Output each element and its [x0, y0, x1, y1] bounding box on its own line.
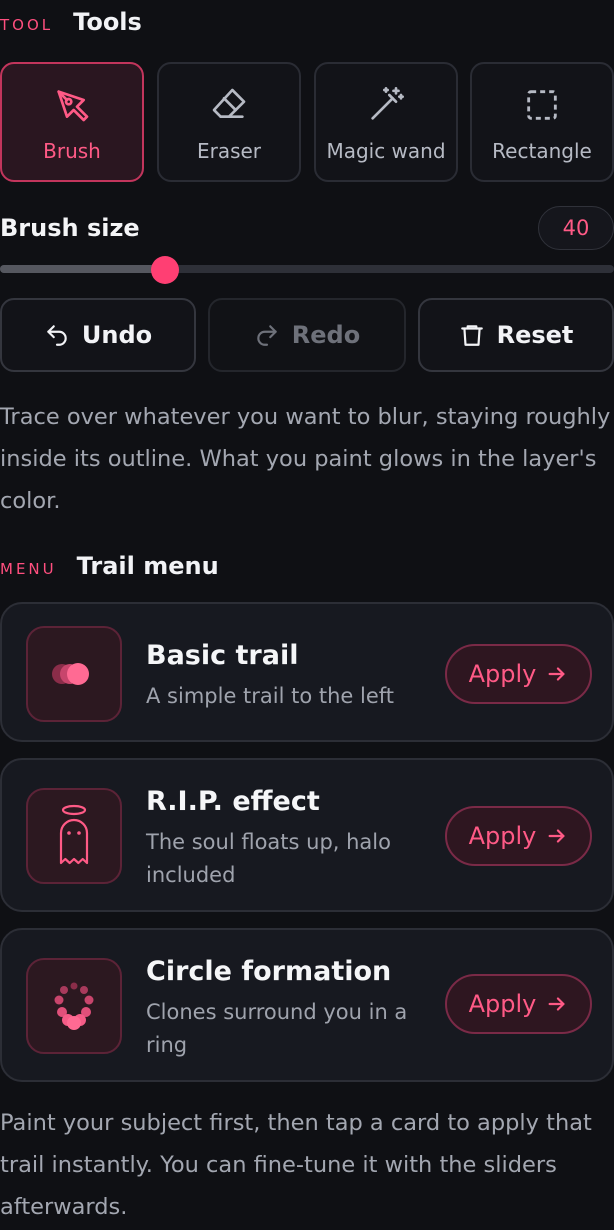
tool-selector: Brush Eraser Magic wand Rectangle: [0, 62, 614, 182]
trail-dots-icon: [26, 626, 122, 722]
apply-button[interactable]: Apply: [445, 974, 592, 1034]
menu-title: Trail menu: [76, 552, 219, 580]
tool-hint-text: Trace over whatever you want to blur, st…: [0, 404, 611, 514]
trail-card-rip[interactable]: R.I.P. effect The soul floats up, halo i…: [0, 758, 614, 912]
magic-wand-icon: [371, 87, 404, 120]
tool-brush-button[interactable]: Brush: [0, 62, 144, 182]
rectangle-select-icon: [527, 90, 557, 120]
trail-description: Clones surround you in a ring: [146, 1000, 408, 1057]
tool-eraser-label: Eraser: [196, 139, 262, 163]
reset-label: Reset: [496, 321, 574, 349]
brush-size-slider[interactable]: [0, 265, 614, 273]
reset-button[interactable]: Reset: [418, 298, 614, 372]
arrow-right-icon: [548, 997, 565, 1011]
tool-magic-wand-label: Magic wand: [326, 139, 446, 163]
tools-tag: TOOL: [0, 16, 54, 34]
redo-label: Redo: [291, 321, 361, 349]
menu-tag: MENU: [0, 560, 57, 578]
eraser-icon: [212, 88, 246, 118]
trail-card-basic[interactable]: Basic trail A simple trail to the left A…: [0, 602, 614, 742]
trash-icon: [460, 325, 483, 346]
slider-fill: [0, 265, 165, 273]
pen-nib-icon: [57, 90, 89, 122]
menu-header: MENU Trail menu: [0, 552, 219, 580]
apply-label: Apply: [468, 660, 537, 688]
tool-panel: TOOL Tools Brush Eraser Magic wand Recta…: [0, 0, 614, 1230]
trail-hint-text: Paint your subject first, then tap a car…: [0, 1110, 592, 1220]
trail-description: A simple trail to the left: [146, 684, 395, 708]
brush-size-value[interactable]: 40: [538, 206, 614, 250]
circle-formation-icon: [26, 958, 122, 1054]
apply-button[interactable]: Apply: [445, 806, 592, 866]
tool-eraser-button[interactable]: Eraser: [157, 62, 301, 182]
undo-icon: [47, 325, 67, 346]
trail-title: Basic trail: [146, 640, 299, 671]
trail-card-circle[interactable]: Circle formation Clones surround you in …: [0, 928, 614, 1082]
ghost-halo-icon: [26, 788, 122, 884]
tool-rectangle-label: Rectangle: [492, 139, 592, 163]
redo-icon: [257, 325, 277, 346]
tools-title: Tools: [73, 8, 142, 36]
arrow-right-icon: [548, 829, 565, 843]
trail-description: The soul floats up, halo included: [146, 830, 391, 887]
arrow-right-icon: [548, 667, 565, 681]
tool-brush-label: Brush: [43, 139, 101, 163]
apply-label: Apply: [468, 990, 537, 1018]
apply-button[interactable]: Apply: [445, 644, 592, 704]
redo-button[interactable]: Redo: [208, 298, 406, 372]
brush-size-label: Brush size: [0, 214, 140, 242]
slider-thumb[interactable]: [151, 256, 179, 284]
undo-label: Undo: [81, 321, 153, 349]
trail-title: Circle formation: [146, 956, 392, 987]
tool-magic-wand-button[interactable]: Magic wand: [314, 62, 458, 182]
apply-label: Apply: [468, 822, 537, 850]
undo-button[interactable]: Undo: [0, 298, 196, 372]
tools-header: TOOL Tools: [0, 8, 142, 36]
trail-title: R.I.P. effect: [146, 786, 320, 817]
tool-rectangle-button[interactable]: Rectangle: [470, 62, 614, 182]
